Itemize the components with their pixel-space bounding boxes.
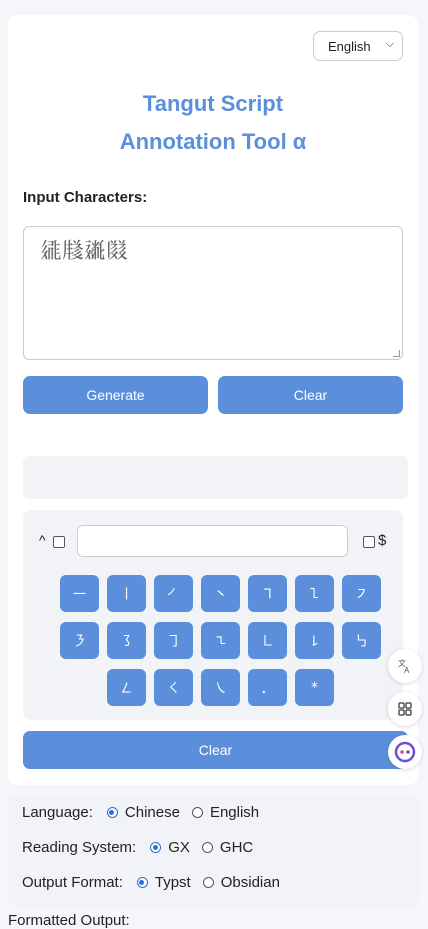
stroke-key[interactable]: ㇜ [107, 669, 146, 706]
formatted-output-label: Formatted Output: [8, 912, 130, 929]
stroke-key[interactable]: ㇕ [248, 575, 287, 612]
stroke-key[interactable]: ㇛ [154, 669, 193, 706]
stroke-key[interactable]: * [295, 669, 334, 706]
language-option-chinese[interactable]: Chinese [106, 804, 180, 821]
caret-label: ^ [39, 532, 46, 548]
reading-option-ghc[interactable]: GHC [201, 839, 254, 856]
stroke-key[interactable]: ． [248, 669, 287, 706]
stroke-key[interactable]: ㇉ [342, 622, 381, 659]
input-label: Input Characters: [23, 189, 148, 206]
result-box [23, 456, 408, 499]
stroke-key[interactable]: ㇍ [201, 622, 240, 659]
settings-panel: Language: Chinese English Reading System… [8, 795, 418, 907]
stroke-key[interactable]: ㇅ [295, 575, 334, 612]
start-anchor-checkbox[interactable] [53, 536, 65, 548]
stroke-key[interactable]: ㇏ [201, 669, 240, 706]
end-anchor-checkbox[interactable] [363, 536, 375, 548]
language-select-value: English [328, 38, 371, 54]
radio-button[interactable] [191, 807, 203, 818]
stroke-key[interactable]: ㇐ [60, 575, 99, 612]
option-label: Obsidian [220, 874, 280, 891]
radio-button[interactable] [201, 842, 213, 853]
stroke-key[interactable]: ㇑ [107, 575, 146, 612]
language-select[interactable]: English ⌵ [313, 31, 403, 61]
stroke-key[interactable]: ㇌ [107, 622, 146, 659]
radio-button[interactable] [136, 877, 148, 888]
stroke-key[interactable]: ㇙ [295, 622, 334, 659]
option-label: English [209, 804, 260, 821]
title-line-2: Annotation Tool α [119, 129, 307, 154]
output-format-label: Output Format: [22, 874, 123, 891]
reading-system-setting: Reading System: GX GHC [22, 839, 253, 856]
option-label: GX [168, 839, 190, 856]
input-characters-field[interactable]: 𗧓𗹦𗡶𗂸 [23, 226, 403, 360]
reading-option-gx[interactable]: GX [150, 839, 190, 856]
generate-button[interactable]: Generate [23, 376, 208, 414]
input-characters-value: 𗧓𗹦𗡶𗂸 [40, 239, 129, 264]
option-label: GHC [219, 839, 254, 856]
output-format-setting: Output Format: Typst Obsidian [22, 874, 280, 891]
svg-text:A: A [404, 666, 410, 674]
option-label: Typst [154, 874, 191, 891]
format-option-typst[interactable]: Typst [136, 874, 191, 891]
radio-button[interactable] [150, 842, 162, 853]
stroke-key[interactable]: ㇋ [60, 622, 99, 659]
stroke-key[interactable]: ㇗ [248, 622, 287, 659]
language-setting: Language: Chinese English [22, 804, 259, 821]
stroke-key[interactable]: ㇇ [342, 575, 381, 612]
language-option-english[interactable]: English [191, 804, 260, 821]
stroke-key[interactable]: ㇆ [154, 622, 193, 659]
chevron-down-icon: ⌵ [385, 38, 394, 50]
option-label: Chinese [124, 804, 180, 821]
language-setting-label: Language: [22, 804, 93, 821]
stroke-sequence-input[interactable] [77, 525, 348, 557]
stroke-key[interactable]: ㇒ [154, 575, 193, 612]
page-title: Tangut Script Annotation Tool α [8, 85, 418, 161]
dollar-label: $ [378, 532, 387, 549]
resize-handle[interactable] [393, 350, 400, 357]
clear-input-button[interactable]: Clear [218, 376, 403, 414]
stroke-key[interactable]: ㇔ [201, 575, 240, 612]
translate-icon[interactable]: 文A [388, 649, 422, 683]
reading-system-label: Reading System: [22, 839, 137, 856]
apps-grid-icon[interactable] [388, 692, 422, 726]
assistant-icon[interactable] [388, 735, 422, 769]
radio-button[interactable] [106, 807, 118, 818]
format-option-obsidian[interactable]: Obsidian [202, 874, 280, 891]
main-card: English ⌵ Tangut Script Annotation Tool … [8, 15, 418, 785]
radio-button[interactable] [202, 877, 214, 888]
clear-strokes-button[interactable]: Clear [23, 731, 408, 769]
stroke-panel: ^ $ ㇐㇑㇒㇔㇕㇅㇇㇋㇌㇆㇍㇗㇙㇉㇜㇛㇏． * [23, 510, 403, 720]
title-line-1: Tangut Script [142, 91, 284, 116]
